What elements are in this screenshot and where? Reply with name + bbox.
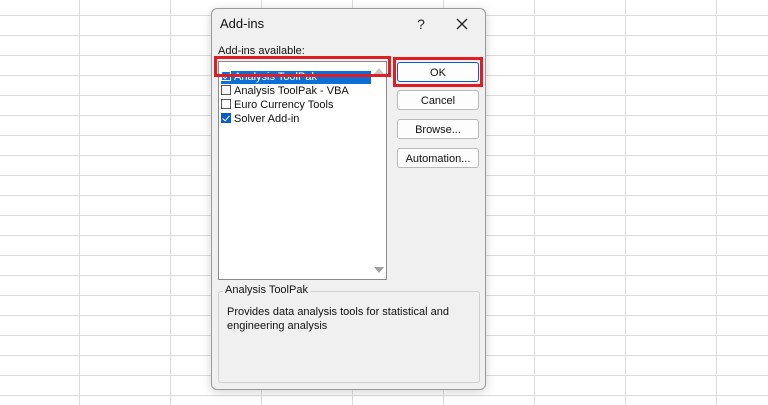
list-item-label: Solver Add-in bbox=[234, 113, 300, 125]
help-button[interactable]: ? bbox=[409, 13, 433, 35]
cancel-button[interactable]: Cancel bbox=[397, 90, 479, 110]
description-title: Analysis ToolPak bbox=[223, 284, 310, 296]
add-ins-listbox[interactable]: Analysis ToolPak Analysis ToolPak - VBA … bbox=[218, 61, 387, 280]
browse-button[interactable]: Browse... bbox=[397, 119, 479, 139]
dialog-title: Add-ins bbox=[220, 16, 265, 31]
close-button[interactable] bbox=[447, 13, 477, 35]
ok-button[interactable]: OK bbox=[397, 62, 479, 82]
list-item-analysis-toolpak-vba[interactable]: Analysis ToolPak - VBA bbox=[221, 85, 373, 98]
scroll-down-icon[interactable] bbox=[374, 267, 384, 273]
listbox-scrollbar[interactable] bbox=[371, 62, 386, 279]
automation-button[interactable]: Automation... bbox=[397, 148, 479, 168]
description-group: Analysis ToolPak Provides data analysis … bbox=[218, 284, 480, 383]
list-item-label: Analysis ToolPak - VBA bbox=[234, 85, 349, 97]
list-item-label: Analysis ToolPak bbox=[234, 71, 317, 83]
checkbox-solver-add-in[interactable] bbox=[221, 113, 231, 123]
close-icon bbox=[456, 18, 468, 30]
scroll-up-icon[interactable] bbox=[374, 68, 384, 74]
checkbox-analysis-toolpak[interactable] bbox=[221, 71, 231, 81]
add-ins-available-label: Add-ins available: bbox=[218, 45, 305, 57]
list-item-analysis-toolpak[interactable]: Analysis ToolPak bbox=[221, 71, 373, 84]
list-item-euro-currency-tools[interactable]: Euro Currency Tools bbox=[221, 99, 373, 112]
list-item-label: Euro Currency Tools bbox=[234, 99, 334, 111]
list-item-solver-add-in[interactable]: Solver Add-in bbox=[221, 113, 373, 126]
description-text: Provides data analysis tools for statist… bbox=[227, 306, 449, 332]
add-ins-dialog: Add-ins ? Add-ins available: Analysis To… bbox=[211, 8, 486, 390]
checkbox-euro-currency-tools[interactable] bbox=[221, 99, 231, 109]
dialog-titlebar: Add-ins ? bbox=[212, 9, 485, 39]
checkbox-analysis-toolpak-vba[interactable] bbox=[221, 85, 231, 95]
